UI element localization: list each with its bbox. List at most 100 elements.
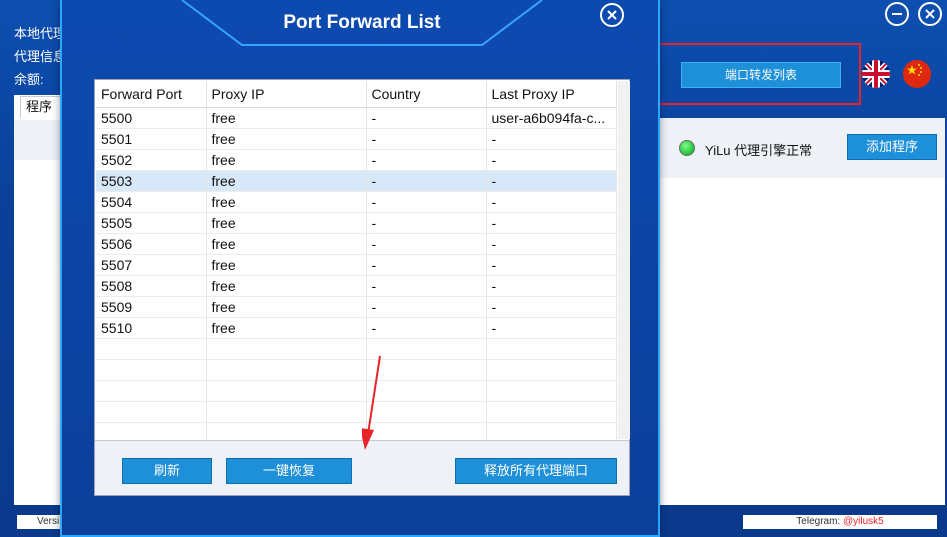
cell-last-proxy-ip: - (486, 212, 617, 234)
cell-last-proxy-ip: - (486, 254, 617, 276)
cell-country: - (366, 212, 487, 234)
table-row[interactable]: 5505 free - - (96, 212, 617, 234)
release-all-ports-button[interactable]: 释放所有代理端口 (455, 458, 617, 484)
cell-country: - (366, 233, 487, 255)
table-row[interactable]: 5508 free - - (96, 275, 617, 297)
engine-status-text: YiLu 代理引擎正常 (705, 143, 813, 158)
cell-last-proxy-ip: - (486, 317, 617, 339)
cell-port: 5505 (96, 212, 207, 234)
proxy-info-label: 代理信息 (14, 49, 67, 64)
empty-cell (206, 401, 367, 423)
cell-port: 5501 (96, 128, 207, 150)
cell-port: 5508 (96, 275, 207, 297)
cell-last-proxy-ip: user-a6b094fa-c... (486, 107, 617, 129)
empty-row (96, 338, 617, 360)
table-row[interactable]: 5507 free - - (96, 254, 617, 276)
cell-port: 5506 (96, 233, 207, 255)
cell-last-proxy-ip: - (486, 149, 617, 171)
table-row[interactable]: 5501 free - - (96, 128, 617, 150)
cell-country: - (366, 317, 487, 339)
empty-cell (486, 401, 617, 423)
table-row[interactable]: 5504 free - - (96, 191, 617, 213)
dialog-close-icon[interactable] (600, 3, 624, 27)
tab-program[interactable]: 程序 (20, 96, 64, 118)
empty-row (96, 380, 617, 402)
cell-proxy-ip: free (206, 296, 367, 318)
column-header-last-proxy-ip[interactable]: Last Proxy IP (486, 81, 617, 108)
empty-cell (96, 380, 207, 402)
refresh-button[interactable]: 刷新 (122, 458, 212, 484)
empty-cell (96, 401, 207, 423)
cell-country: - (366, 275, 487, 297)
add-program-button[interactable]: 添加程序 (847, 134, 937, 160)
empty-row (96, 401, 617, 423)
cell-proxy-ip: free (206, 128, 367, 150)
cell-last-proxy-ip: - (486, 296, 617, 318)
cell-last-proxy-ip: - (486, 128, 617, 150)
balance-label: 余额: (14, 72, 44, 87)
cell-last-proxy-ip: - (486, 233, 617, 255)
empty-cell (96, 359, 207, 381)
cell-proxy-ip: free (206, 317, 367, 339)
cell-country: - (366, 296, 487, 318)
table-row[interactable]: 5510 free - - (96, 317, 617, 339)
cell-port: 5504 (96, 191, 207, 213)
cell-port: 5503 (96, 170, 207, 192)
cell-proxy-ip: free (206, 107, 367, 129)
english-flag-icon[interactable] (862, 60, 890, 88)
cell-proxy-ip: free (206, 170, 367, 192)
port-forward-dialog: Port Forward List Forward Port Proxy IP … (60, 0, 660, 537)
table-row[interactable]: 5502 free - - (96, 149, 617, 171)
table-row[interactable]: 5503 free - - (96, 170, 617, 192)
port-forward-table: Forward Port Proxy IP Country Last Proxy… (96, 81, 617, 444)
dialog-title: Port Forward List (283, 12, 441, 33)
cell-proxy-ip: free (206, 233, 367, 255)
highlight-box (653, 43, 861, 105)
cell-last-proxy-ip: - (486, 170, 617, 192)
cell-proxy-ip: free (206, 254, 367, 276)
table-row[interactable]: 5509 free - - (96, 296, 617, 318)
cell-port: 5509 (96, 296, 207, 318)
empty-cell (206, 338, 367, 360)
cell-port: 5502 (96, 149, 207, 171)
empty-cell (486, 380, 617, 402)
close-icon[interactable] (918, 2, 942, 26)
local-proxy-label: 本地代理 (14, 26, 67, 41)
cell-country: - (366, 191, 487, 213)
cell-proxy-ip: free (206, 149, 367, 171)
cell-last-proxy-ip: - (486, 275, 617, 297)
empty-cell (486, 338, 617, 360)
chinese-flag-icon[interactable] (903, 60, 931, 88)
telegram-label[interactable]: Telegram: @yilusk5 (743, 515, 937, 529)
cell-proxy-ip: free (206, 212, 367, 234)
telegram-text: Telegram: (796, 516, 843, 527)
table-row[interactable]: 5506 free - - (96, 233, 617, 255)
cell-port: 5510 (96, 317, 207, 339)
cell-country: - (366, 107, 487, 129)
empty-cell (206, 359, 367, 381)
column-header-country[interactable]: Country (366, 81, 487, 108)
table-scrollbar[interactable] (618, 81, 630, 439)
cell-proxy-ip: free (206, 275, 367, 297)
cell-port: 5500 (96, 107, 207, 129)
annotation-arrow (362, 355, 381, 450)
account-info: 本地代理 代理信息 余额: (14, 22, 66, 91)
cell-last-proxy-ip: - (486, 191, 617, 213)
minimize-icon[interactable] (885, 2, 909, 26)
cell-country: - (366, 128, 487, 150)
status-indicator-icon (679, 140, 695, 156)
column-header-proxy-ip[interactable]: Proxy IP (206, 81, 367, 108)
empty-row (96, 359, 617, 381)
cell-country: - (366, 149, 487, 171)
empty-cell (96, 338, 207, 360)
cell-proxy-ip: free (206, 191, 367, 213)
table-header-row: Forward Port Proxy IP Country Last Proxy… (96, 81, 617, 108)
table-row[interactable]: 5500 free - user-a6b094fa-c... (96, 107, 617, 129)
cell-country: - (366, 170, 487, 192)
cell-country: - (366, 254, 487, 276)
empty-cell (486, 359, 617, 381)
column-header-forward-port[interactable]: Forward Port (96, 81, 207, 108)
empty-cell (206, 380, 367, 402)
one-click-restore-button[interactable]: 一键恢复 (226, 458, 352, 484)
telegram-handle[interactable]: @yilusk5 (843, 516, 884, 527)
